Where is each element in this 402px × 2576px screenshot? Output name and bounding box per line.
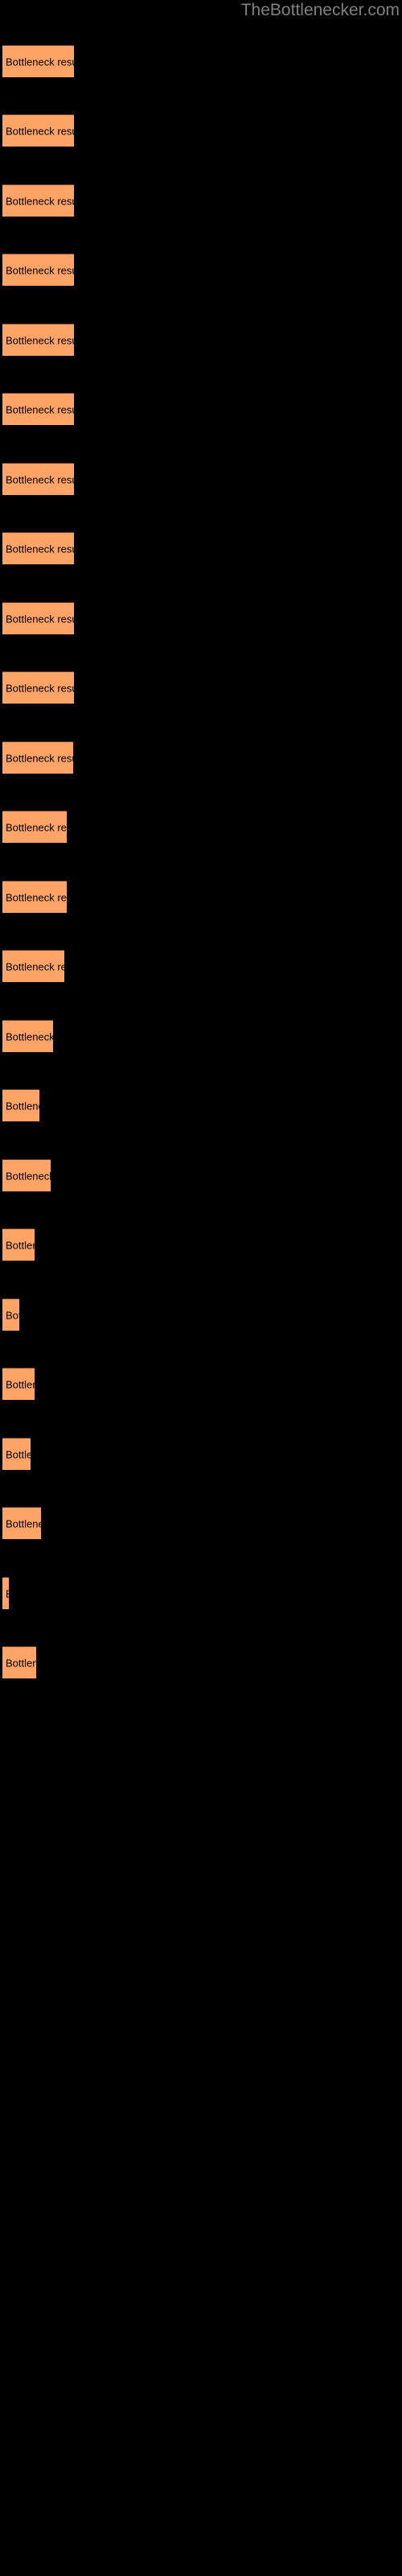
bar-label: Bottleneck result [6, 1378, 35, 1390]
bar: Bottleneck result [2, 741, 73, 774]
bar: Bottleneck result [2, 254, 74, 286]
bar: Bottleneck result [2, 1368, 35, 1400]
bar-label: Bottleneck result [6, 1239, 35, 1251]
bar: Bottleneck result [2, 811, 67, 843]
bar-label: Bottleneck result [6, 613, 74, 625]
bar: Bottleneck result [2, 1020, 53, 1052]
bar-label: Bottleneck result [6, 56, 74, 68]
bar: Bottleneck result [2, 184, 74, 217]
bar-label: Bottleneck result [6, 752, 73, 764]
bar-label: Bottleneck result [6, 1587, 9, 1600]
bar: Bottleneck result [2, 1159, 51, 1191]
bar: Bottleneck result [2, 532, 74, 564]
bar: Bottleneck result [2, 324, 74, 356]
bar-label: Bottleneck result [6, 1657, 36, 1669]
bar: Bottleneck result [2, 1507, 41, 1539]
bar: Bottleneck result [2, 881, 67, 913]
bar-label: Bottleneck result [6, 543, 74, 555]
bar-label: Bottleneck result [6, 334, 74, 346]
bar: Bottleneck result [2, 1646, 36, 1678]
bar-label: Bottleneck result [6, 682, 74, 694]
bar: Bottleneck result [2, 1438, 31, 1470]
bar: Bottleneck result [2, 950, 64, 982]
bar: Bottleneck result [2, 1228, 35, 1261]
bar: Bottleneck result [2, 1089, 39, 1121]
bar-label: Bottleneck result [6, 125, 74, 137]
bar-label: Bottleneck result [6, 1517, 41, 1530]
bar-chart-plot-area: Bottleneck result Bottleneck result Bottle… [0, 0, 402, 2576]
bar: Bottleneck result [2, 671, 74, 704]
bar-label: Bottleneck result [6, 1309, 19, 1321]
chart-canvas: TheBottlenecker.com Bottleneck resultBot… [0, 0, 402, 2576]
bar-label: Bottleneck result [6, 473, 74, 485]
bar-label: Bottleneck result [6, 1170, 51, 1182]
bar-label: Bottleneck result [6, 891, 67, 903]
bar-label: Bottleneck result [6, 960, 64, 972]
bar: Bottleneck result [2, 602, 74, 634]
bar-label: Bottleneck result [6, 1100, 39, 1112]
bar-label: Bottleneck result [6, 403, 74, 415]
bar: Bottleneck result [2, 463, 74, 495]
bar-label: Bottleneck result [6, 1030, 53, 1042]
bar: Bottleneck result [2, 1577, 9, 1609]
bar-label: Bottleneck result [6, 195, 74, 207]
bar: Bottleneck result [2, 1298, 19, 1331]
bar-label: Bottleneck result [6, 264, 74, 276]
bar-label: Bottleneck result [6, 821, 67, 833]
bar: Bottleneck result [2, 45, 74, 77]
bar: Bottleneck result [2, 114, 74, 147]
bar: Bottleneck result [2, 393, 74, 425]
bar-label: Bottleneck result [6, 1448, 31, 1460]
